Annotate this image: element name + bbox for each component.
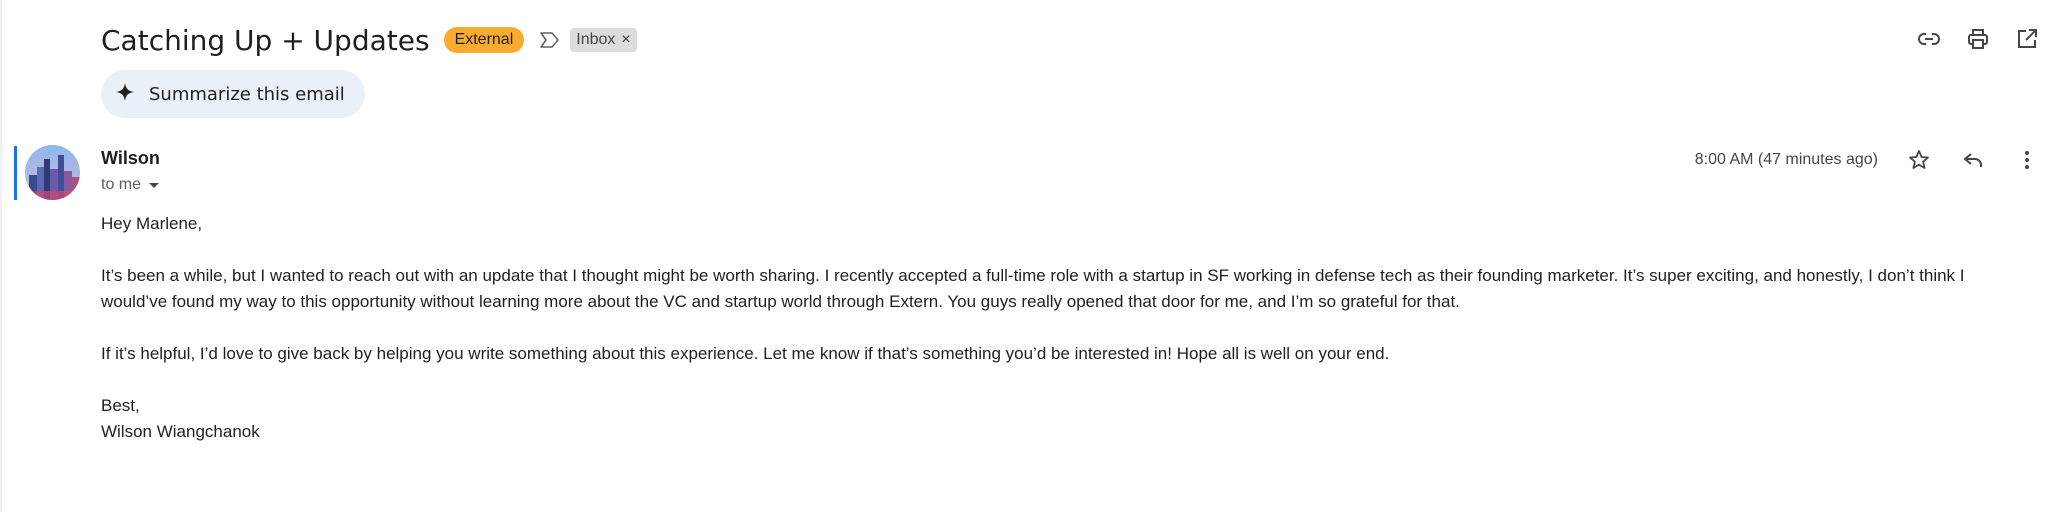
sparkle-icon	[115, 82, 135, 107]
email-view: Catching Up + Updates External Inbox × S…	[0, 0, 2048, 512]
link-icon[interactable]	[1916, 26, 1942, 52]
avatar[interactable]	[25, 145, 80, 200]
open-in-new-window-icon[interactable]	[2014, 26, 2040, 52]
body-paragraph-1: It’s been a while, but I wanted to reach…	[101, 266, 1965, 311]
thread-indicator-bar	[14, 146, 17, 200]
timestamp: 8:00 AM (47 minutes ago)	[1694, 151, 1878, 168]
more-vert-icon[interactable]	[2014, 147, 2040, 173]
message-meta: 8:00 AM (47 minutes ago)	[1695, 146, 2048, 174]
external-badge: External	[443, 27, 525, 53]
sender-name: Wilson	[101, 148, 160, 168]
signoff: Best,	[101, 396, 140, 415]
recipient-details-toggle[interactable]: to me	[101, 176, 160, 194]
summarize-email-button[interactable]: Summarize this email	[101, 70, 365, 118]
star-icon[interactable]	[1906, 147, 1932, 173]
greeting: Hey Marlene,	[101, 214, 203, 233]
chevron-down-icon	[149, 182, 160, 188]
summarize-label: Summarize this email	[149, 83, 345, 105]
to-line-label: to me	[101, 176, 142, 193]
left-edge-divider	[0, 0, 2, 512]
inbox-chip-label: Inbox	[576, 31, 616, 48]
signature: Wilson Wiangchanok	[101, 422, 260, 441]
email-subject: Catching Up + Updates	[101, 23, 430, 57]
close-icon[interactable]: ×	[621, 28, 630, 52]
message-actions	[1906, 147, 2040, 173]
reply-icon[interactable]	[1960, 147, 1986, 173]
inbox-label-chip: Inbox ×	[570, 28, 637, 52]
subject-row: Catching Up + Updates External Inbox ×	[101, 18, 637, 62]
print-icon[interactable]	[1965, 26, 1991, 52]
email-toolbar	[1916, 26, 2048, 52]
body-paragraph-2: If it’s helpful, I’d love to give back b…	[101, 344, 1390, 363]
label-arrow-icon[interactable]	[538, 28, 562, 52]
email-body: Hey Marlene, It’s been a while, but I wa…	[101, 211, 2031, 445]
